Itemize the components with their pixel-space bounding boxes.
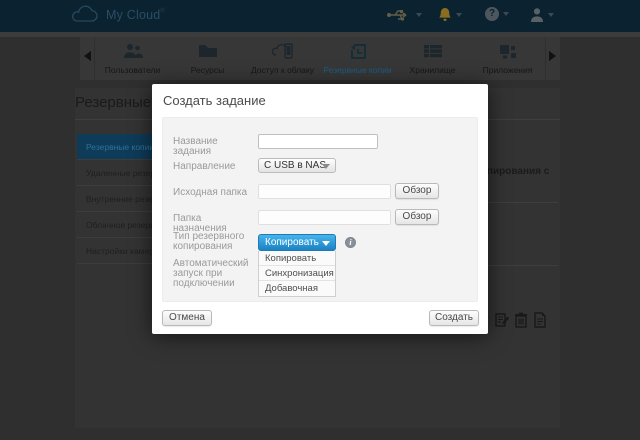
source-browse-button[interactable]: Обзор bbox=[395, 183, 439, 199]
usb-caret-icon bbox=[416, 13, 422, 17]
dialog-form-panel: Название задания Направление С USB в NAS… bbox=[162, 117, 478, 302]
auto-start-label: Автоматический запуск при подключении bbox=[173, 258, 249, 289]
source-folder-label: Исходная папка bbox=[173, 187, 248, 198]
user-menu[interactable] bbox=[530, 7, 554, 23]
tab-apps[interactable]: Приложения bbox=[470, 37, 545, 80]
job-action-icons bbox=[495, 312, 547, 328]
cloud-phone-icon bbox=[245, 42, 320, 62]
create-job-dialog: Создать задание Название задания Направл… bbox=[152, 84, 488, 334]
tab-storage[interactable]: Хранилище bbox=[395, 37, 470, 80]
chevron-down-icon bbox=[322, 241, 330, 246]
usb-menu[interactable] bbox=[386, 7, 422, 23]
option-incremental[interactable]: Добавочная bbox=[259, 281, 335, 296]
direction-select[interactable]: С USB в NAS bbox=[258, 158, 336, 173]
create-button[interactable]: Создать bbox=[429, 310, 479, 326]
nav-scroll-left-icon[interactable] bbox=[84, 51, 91, 61]
info-icon[interactable]: i bbox=[345, 237, 356, 248]
dest-browse-button[interactable]: Обзор bbox=[395, 209, 439, 225]
backup-type-label: Тип резервного копирования bbox=[173, 231, 245, 252]
option-sync[interactable]: Синхронизация bbox=[259, 266, 335, 281]
option-copy[interactable]: Копировать bbox=[259, 251, 335, 266]
folder-icon bbox=[170, 42, 245, 62]
dialog-title: Создать задание bbox=[163, 93, 266, 108]
cloud-logo-icon bbox=[72, 5, 98, 22]
backup-type-value: Копировать bbox=[265, 237, 319, 248]
tab-users[interactable]: Пользователи bbox=[95, 37, 170, 80]
tab-cloud-access[interactable]: Доступ к облаку bbox=[245, 37, 320, 80]
help-icon: ? bbox=[485, 7, 499, 21]
task-name-input[interactable] bbox=[258, 134, 378, 149]
alerts-menu[interactable] bbox=[438, 7, 462, 23]
backup-icon bbox=[320, 42, 395, 62]
logo-trademark: ® bbox=[160, 8, 165, 15]
tab-backups[interactable]: Резервные копии bbox=[320, 37, 395, 80]
direction-value: С USB в NAS bbox=[264, 160, 326, 171]
nav-tabs: Пользователи Ресурсы Доступ к облаку Рез… bbox=[95, 37, 545, 80]
view-log-icon[interactable] bbox=[533, 312, 547, 328]
task-name-label: Название задания bbox=[173, 136, 218, 157]
users-icon bbox=[95, 42, 170, 62]
main-nav-ribbon: Пользователи Ресурсы Доступ к облаку Рез… bbox=[80, 37, 560, 80]
user-icon bbox=[531, 8, 543, 22]
tab-shares[interactable]: Ресурсы bbox=[170, 37, 245, 80]
delete-job-icon[interactable] bbox=[514, 312, 528, 328]
cancel-button[interactable]: Отмена bbox=[162, 310, 212, 326]
user-caret-icon bbox=[548, 13, 554, 17]
alerts-caret-icon bbox=[456, 13, 462, 17]
logo-text: My Cloud bbox=[106, 8, 161, 22]
chevron-down-icon bbox=[322, 164, 330, 169]
nav-scroll-right-icon[interactable] bbox=[549, 51, 556, 61]
alerts-bell-icon bbox=[439, 8, 451, 21]
usb-icon bbox=[387, 10, 407, 21]
backup-type-select[interactable]: Копировать bbox=[258, 234, 336, 251]
my-cloud-logo: My Cloud® bbox=[70, 5, 165, 25]
help-menu[interactable]: ? bbox=[485, 7, 509, 21]
backup-type-options: Копировать Синхронизация Добавочная bbox=[258, 251, 336, 297]
top-header-bar: My Cloud® ? bbox=[0, 0, 640, 32]
direction-label: Направление bbox=[173, 161, 236, 172]
source-folder-input[interactable] bbox=[258, 184, 391, 199]
my-cloud-app: My Cloud® ? Пользователи Ресурсы Доступ … bbox=[0, 0, 640, 440]
edit-job-icon[interactable] bbox=[495, 312, 509, 328]
help-caret-icon bbox=[503, 12, 509, 16]
storage-icon bbox=[395, 42, 470, 62]
dest-folder-input[interactable] bbox=[258, 210, 391, 225]
apps-icon bbox=[470, 42, 545, 62]
